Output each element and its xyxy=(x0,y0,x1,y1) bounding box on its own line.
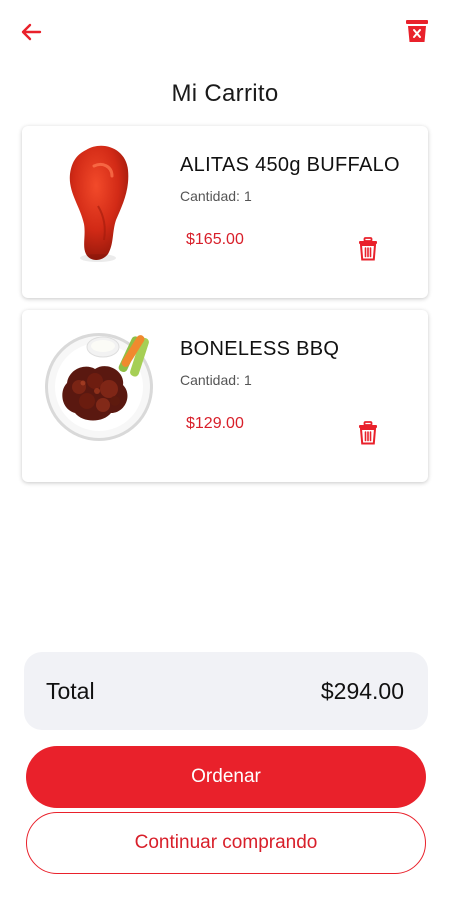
total-label: Total xyxy=(46,678,95,704)
total-summary: Total $294.00 xyxy=(24,652,428,730)
buffalo-wing-image xyxy=(36,136,166,266)
item-quantity: Cantidad: 1 xyxy=(180,372,252,388)
clear-cart-button[interactable] xyxy=(402,16,432,46)
cart-item-card: ALITAS 450g BUFFALO Cantidad: 1 $165.00 xyxy=(22,126,428,298)
quantity-label: Cantidad: xyxy=(180,188,240,204)
item-price: $165.00 xyxy=(186,231,244,248)
continue-shopping-button[interactable]: Continuar comprando xyxy=(26,812,426,874)
total-value: $294.00 xyxy=(320,678,404,704)
trash-icon xyxy=(359,237,377,261)
page-title: Mi Carrito xyxy=(171,80,279,107)
order-button[interactable]: Ordenar xyxy=(26,746,426,808)
item-name: ALITAS 450g BUFFALO xyxy=(180,154,400,176)
arrow-left-icon xyxy=(21,23,42,41)
item-name: BONELESS BBQ xyxy=(180,338,340,360)
delete-item-button[interactable] xyxy=(354,234,382,264)
item-quantity: Cantidad: 1 xyxy=(180,188,252,204)
delete-item-button[interactable] xyxy=(354,418,382,448)
item-price: $129.00 xyxy=(186,415,244,432)
quantity-label: Cantidad: xyxy=(180,372,240,388)
quantity-value: 1 xyxy=(243,188,252,204)
trash-icon xyxy=(359,421,377,445)
boneless-bbq-plate-image xyxy=(36,320,166,450)
quantity-value: 1 xyxy=(243,372,252,388)
cart-item-card: BONELESS BBQ Cantidad: 1 $129.00 xyxy=(22,310,428,482)
trash-x-icon xyxy=(406,20,428,42)
top-bar xyxy=(0,0,450,60)
back-button[interactable] xyxy=(16,18,46,46)
